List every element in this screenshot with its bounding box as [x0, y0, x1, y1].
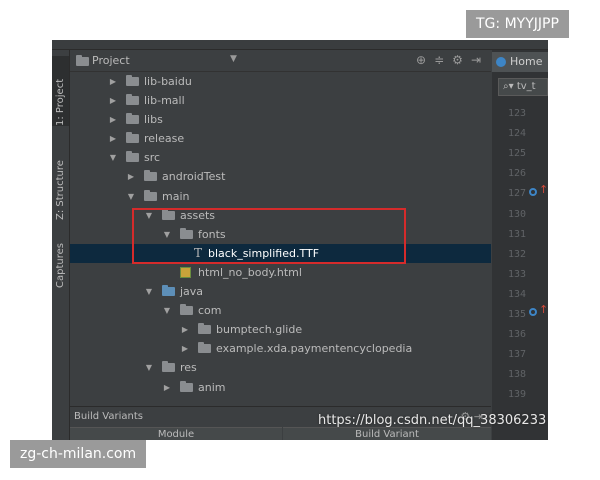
search-input[interactable]: ⌕▾ tv_t: [498, 78, 548, 96]
folder-icon: [126, 94, 139, 106]
tree-item-label: lib-mall: [144, 94, 185, 108]
build-variants-title: Build Variants: [74, 411, 143, 422]
tree-item-label: example.xda.paymentencyclopedia: [216, 342, 413, 356]
tree-item-label: java: [180, 285, 204, 299]
tree-item[interactable]: ▶ release: [70, 129, 491, 148]
expand-arrow-icon[interactable]: ▼: [144, 282, 154, 301]
tree-item[interactable]: ▶ androidTest: [70, 167, 491, 186]
site-badge: zg-ch-milan.com: [10, 440, 147, 468]
line-number: 139: [507, 389, 526, 401]
tree-item-label: androidTest: [162, 170, 226, 184]
folder-icon: [162, 361, 175, 373]
line-number: 137: [507, 349, 526, 361]
panel-title[interactable]: Project: [92, 54, 130, 67]
collapse-icon[interactable]: ≑: [434, 53, 444, 67]
expand-arrow-icon[interactable]: ▼: [144, 358, 154, 377]
expand-arrow-icon[interactable]: ▼: [162, 301, 172, 320]
folder-icon: [126, 151, 139, 163]
expand-arrow-icon[interactable]: ▼: [108, 148, 118, 167]
target-icon[interactable]: ⊕: [416, 53, 426, 67]
column-module[interactable]: Module: [70, 427, 282, 440]
expand-arrow-icon[interactable]: ▼: [126, 187, 136, 206]
folder-icon: [126, 132, 139, 144]
line-number: 134: [507, 288, 526, 300]
tree-item[interactable]: ▶ example.xda.paymentencyclopedia: [70, 339, 491, 358]
hide-icon[interactable]: ⇥: [471, 53, 481, 67]
line-number: 132: [507, 248, 526, 260]
project-view-icon: [76, 55, 89, 66]
gear-icon[interactable]: ⚙: [452, 53, 463, 67]
watermark: https://blog.csdn.net/qq_38306233: [318, 413, 547, 428]
tree-item[interactable]: ▼ res: [70, 358, 491, 377]
collapse-arrow-icon[interactable]: ▶: [108, 110, 118, 129]
line-number: 135: [507, 309, 526, 320]
tree-item[interactable]: ▼ com: [70, 301, 491, 320]
tg-badge: TG: MYYJJPP: [466, 10, 569, 38]
folder-icon: [144, 189, 157, 201]
tree-item[interactable]: ▼ java: [70, 282, 491, 301]
line-number: 136: [507, 329, 526, 341]
collapse-arrow-icon[interactable]: ▶: [162, 378, 172, 397]
collapse-arrow-icon[interactable]: ▶: [108, 72, 118, 91]
left-tool-strip: 1: Project Z: Structure Captures: [52, 50, 70, 440]
tab-project[interactable]: 1: Project: [52, 56, 69, 126]
tree-item[interactable]: ▶ bumptech.glide: [70, 320, 491, 339]
folder-icon: [144, 170, 157, 182]
tree-item[interactable]: ▶ lib-mall: [70, 91, 491, 110]
folder-icon: [198, 342, 211, 354]
tree-item-label: src: [144, 151, 161, 165]
line-number: 123: [507, 108, 526, 119]
folder-icon: [198, 323, 211, 335]
collapse-arrow-icon[interactable]: ▶: [180, 320, 190, 339]
line-number: 130: [507, 208, 526, 220]
collapse-arrow-icon[interactable]: ▶: [180, 339, 190, 358]
highlight-box: [132, 208, 406, 264]
folder-icon: [126, 75, 139, 86]
folder-icon: [180, 380, 193, 392]
tree-item[interactable]: html_no_body.html: [70, 263, 491, 282]
line-number: 127: [507, 188, 526, 200]
collapse-arrow-icon[interactable]: ▶: [126, 167, 136, 186]
class-icon: [496, 57, 506, 67]
project-panel-header: Project ▼ ⊕ ≑ ⚙ ⇥: [70, 50, 491, 72]
column-build-variant[interactable]: Build Variant: [283, 427, 491, 440]
tree-item-label: bumptech.glide: [216, 323, 303, 337]
ide-window: 1: Project Z: Structure Captures Project…: [52, 40, 548, 440]
tree-item[interactable]: ▶ libs: [70, 110, 491, 129]
breakpoint-marker-icon[interactable]: [529, 188, 537, 196]
line-number: 126: [507, 168, 526, 180]
override-arrow-icon[interactable]: ↑: [539, 303, 548, 316]
search-icon: ⌕▾: [503, 81, 517, 92]
line-number: 124: [507, 128, 526, 140]
tree-item[interactable]: ▼ src: [70, 148, 491, 167]
folder-icon: [162, 285, 175, 297]
line-number: 125: [507, 148, 526, 160]
tree-item-label: anim: [198, 380, 226, 394]
tree-item-label: lib-baidu: [144, 75, 192, 88]
tree-item-label: libs: [144, 113, 163, 127]
tree-item[interactable]: ▶ lib-baidu: [70, 72, 491, 91]
editor-tab-home[interactable]: Home: [492, 52, 548, 72]
override-arrow-icon[interactable]: ↑: [539, 183, 548, 196]
breakpoint-marker-icon[interactable]: [529, 308, 537, 316]
collapse-arrow-icon[interactable]: ▶: [108, 91, 118, 110]
tree-item-label: html_no_body.html: [198, 265, 302, 279]
folder-icon: [180, 304, 193, 316]
html-file-icon: [180, 266, 191, 278]
line-number: 133: [507, 268, 526, 280]
tab-captures[interactable]: Captures: [52, 232, 69, 288]
tree-item-label: com: [198, 304, 222, 318]
line-number: 131: [507, 228, 526, 240]
chevron-down-icon[interactable]: ▼: [230, 54, 237, 64]
tree-item-label: res: [180, 361, 197, 375]
navigation-bar: [52, 40, 548, 50]
tree-item-label: main: [162, 189, 190, 203]
tree-item[interactable]: ▶ anim: [70, 378, 491, 397]
tree-item-label: release: [144, 132, 185, 146]
tab-structure[interactable]: Z: Structure: [52, 148, 69, 220]
line-number: 138: [507, 369, 526, 381]
collapse-arrow-icon[interactable]: ▶: [108, 129, 118, 148]
folder-icon: [126, 113, 139, 125]
tree-item[interactable]: ▼ main: [70, 187, 491, 206]
